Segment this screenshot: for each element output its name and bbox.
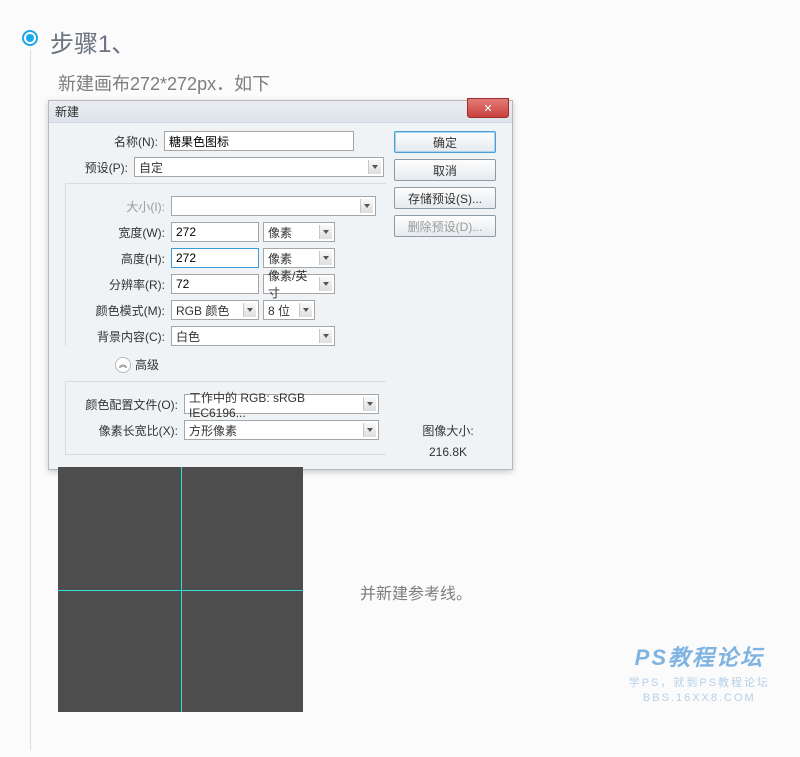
bit-depth-select[interactable]: 8 位 xyxy=(263,300,315,320)
label-name: 名称(N): xyxy=(59,133,164,150)
save-preset-button[interactable]: 存储预设(S)... xyxy=(394,187,496,209)
image-size-display: 图像大小: 216.8K xyxy=(394,422,502,459)
label-width: 宽度(W): xyxy=(66,224,171,241)
horizontal-guide-line xyxy=(58,590,303,591)
label-bg-content: 背景内容(C): xyxy=(66,328,171,345)
width-unit-select[interactable]: 像素 xyxy=(263,222,335,242)
bg-content-select[interactable]: 白色 xyxy=(171,326,335,346)
chevron-down-icon xyxy=(360,199,373,213)
dialog-titlebar: 新建 ✕ xyxy=(49,101,512,123)
watermark-url: BBS.16XX8.COM xyxy=(629,692,770,704)
label-color-mode: 颜色模式(M): xyxy=(66,302,171,319)
chevron-down-icon xyxy=(319,277,332,291)
chevron-down-icon xyxy=(319,251,332,265)
label-preset: 预设(P): xyxy=(59,159,134,176)
chevron-down-icon xyxy=(363,397,376,411)
color-profile-value: 工作中的 RGB: sRGB IEC6196... xyxy=(189,389,363,420)
chevron-down-icon xyxy=(243,303,256,317)
name-input[interactable] xyxy=(164,131,354,151)
resolution-unit-value: 像素/英寸 xyxy=(268,267,319,301)
image-size-value: 216.8K xyxy=(394,445,502,459)
advanced-label: 高级 xyxy=(135,356,159,373)
size-select xyxy=(171,196,376,216)
width-input[interactable] xyxy=(171,222,259,242)
image-size-label: 图像大小: xyxy=(394,422,502,439)
label-resolution: 分辨率(R): xyxy=(66,276,171,293)
color-mode-value: RGB 颜色 xyxy=(176,302,229,319)
step-title: 步骤1、 xyxy=(50,24,135,59)
cancel-button[interactable]: 取消 xyxy=(394,159,496,181)
color-mode-select[interactable]: RGB 颜色 xyxy=(171,300,259,320)
bg-content-value: 白色 xyxy=(176,328,200,345)
chevron-down-icon xyxy=(363,423,376,437)
advanced-section-header[interactable]: ︽ 高级 xyxy=(115,356,386,373)
chevron-down-icon xyxy=(299,303,312,317)
chevron-down-icon xyxy=(368,160,381,174)
dialog-title: 新建 xyxy=(55,103,79,120)
new-document-dialog: 新建 ✕ 名称(N): 预设(P): 自定 大小(I): xyxy=(48,100,513,470)
watermark-sub: 学PS，就到PS教程论坛 xyxy=(629,674,770,690)
label-pixel-aspect: 像素长宽比(X): xyxy=(66,422,184,439)
chevron-down-icon xyxy=(319,329,332,343)
preset-select[interactable]: 自定 xyxy=(134,157,384,177)
ok-button[interactable]: 确定 xyxy=(394,131,496,153)
step-subtitle: 新建画布272*272px．如下 xyxy=(58,70,270,96)
preset-value: 自定 xyxy=(139,159,163,176)
width-unit-value: 像素 xyxy=(268,224,292,241)
watermark-title: PS教程论坛 xyxy=(629,640,770,672)
pixel-aspect-value: 方形像素 xyxy=(189,422,237,439)
close-icon: ✕ xyxy=(483,102,492,115)
resolution-unit-select[interactable]: 像素/英寸 xyxy=(263,274,335,294)
bit-depth-value: 8 位 xyxy=(268,302,290,319)
step-bullet xyxy=(22,30,38,46)
height-unit-select[interactable]: 像素 xyxy=(263,248,335,268)
close-button[interactable]: ✕ xyxy=(467,98,509,118)
height-unit-value: 像素 xyxy=(268,250,292,267)
pixel-aspect-select[interactable]: 方形像素 xyxy=(184,420,379,440)
delete-preset-button: 删除预设(D)... xyxy=(394,215,496,237)
label-color-profile: 颜色配置文件(O): xyxy=(66,396,184,413)
label-height: 高度(H): xyxy=(66,250,171,267)
resolution-input[interactable] xyxy=(171,274,259,294)
watermark: PS教程论坛 学PS，就到PS教程论坛 BBS.16XX8.COM xyxy=(629,640,770,704)
canvas-preview xyxy=(58,467,303,712)
step-vertical-line xyxy=(30,50,31,750)
guide-caption: 并新建参考线。 xyxy=(360,580,472,604)
color-profile-select[interactable]: 工作中的 RGB: sRGB IEC6196... xyxy=(184,394,379,414)
chevron-down-icon xyxy=(319,225,332,239)
height-input[interactable] xyxy=(171,248,259,268)
label-size: 大小(I): xyxy=(66,198,171,215)
collapse-icon: ︽ xyxy=(115,357,131,373)
